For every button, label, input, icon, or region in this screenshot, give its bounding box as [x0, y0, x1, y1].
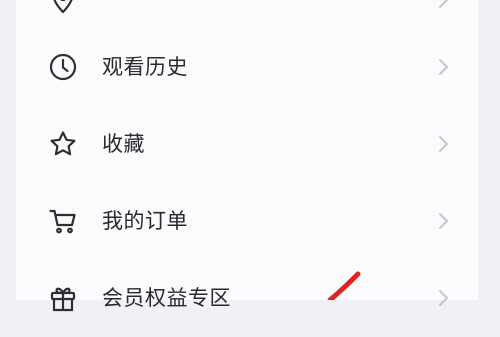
location-pin-icon — [48, 0, 78, 15]
menu-card: 观看历史 收藏 我的订单 会员权益专区 — [16, 0, 478, 312]
cart-icon — [48, 206, 78, 236]
gift-icon — [48, 283, 78, 313]
chevron-right-icon — [436, 211, 450, 231]
menu-item-label: 观看历史 — [102, 55, 188, 79]
clock-icon — [48, 52, 78, 82]
star-icon — [48, 129, 78, 159]
menu-item-member-benefits[interactable]: 会员权益专区 — [16, 259, 478, 337]
menu-item-favorites[interactable]: 收藏 — [16, 105, 478, 183]
menu-item-label: 会员权益专区 — [102, 286, 231, 310]
chevron-right-icon — [436, 57, 450, 77]
chevron-right-icon — [436, 0, 450, 10]
menu-item-my-orders[interactable]: 我的订单 — [16, 182, 478, 260]
chevron-right-icon — [436, 288, 450, 308]
chevron-right-icon — [436, 134, 450, 154]
menu-item-label: 收藏 — [102, 132, 145, 156]
menu-item-label: 我的订单 — [102, 209, 188, 233]
menu-item-watch-history[interactable]: 观看历史 — [16, 28, 478, 106]
